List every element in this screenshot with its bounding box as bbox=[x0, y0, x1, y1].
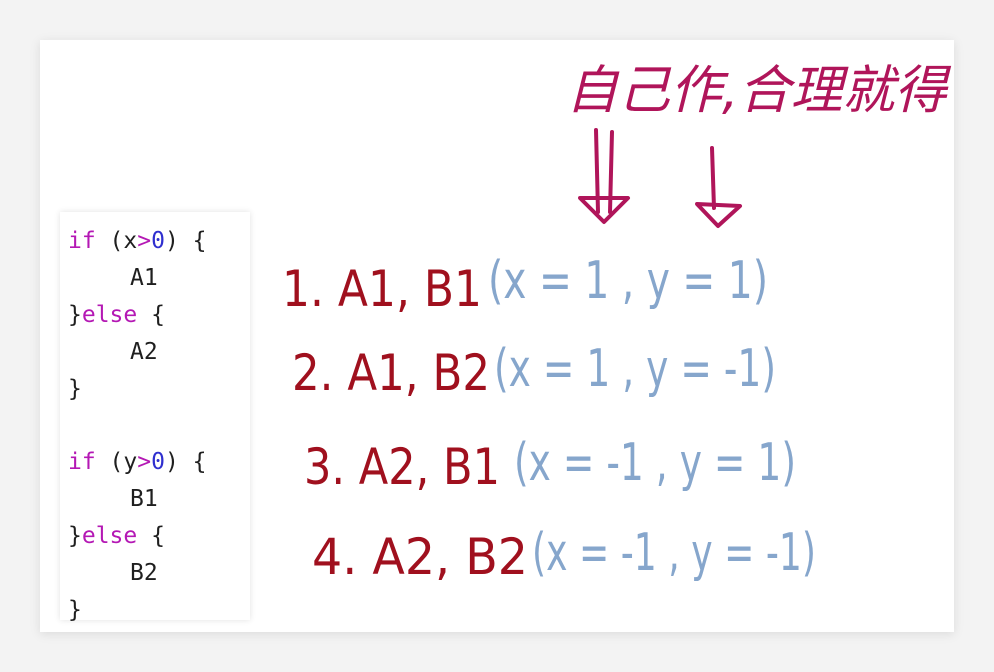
arrow-down-icon bbox=[578, 128, 630, 224]
combo-params: (x = 1 , y = 1) bbox=[488, 251, 768, 311]
combo-label: 2. A1, B2 bbox=[292, 344, 490, 402]
handwriting-layer: 自己作,合理就得 1. A1, B1 (x = 1 , y = 1) 2. A1… bbox=[282, 61, 952, 586]
arrow-down-icon bbox=[695, 146, 742, 228]
combo-row: 1. A1, B1 (x = 1 , y = 1) bbox=[282, 251, 768, 318]
combo-params: (x = -1 , y = 1) bbox=[514, 433, 796, 493]
combo-row: 3. A2, B1 (x = -1 , y = 1) bbox=[304, 433, 796, 496]
handwritten-note: 自己作,合理就得 bbox=[566, 61, 952, 121]
combo-label: 1. A1, B1 bbox=[282, 260, 482, 318]
combo-params: (x = -1 , y = -1) bbox=[532, 523, 816, 583]
combo-row: 2. A1, B2 (x = 1 , y = -1) bbox=[292, 339, 776, 402]
combo-label: 3. A2, B1 bbox=[304, 438, 500, 496]
combo-params: (x = 1 , y = -1) bbox=[494, 339, 776, 399]
combo-label: 4. A2, B2 bbox=[312, 528, 528, 586]
combo-row: 4. A2, B2 (x = -1 , y = -1) bbox=[312, 523, 816, 586]
